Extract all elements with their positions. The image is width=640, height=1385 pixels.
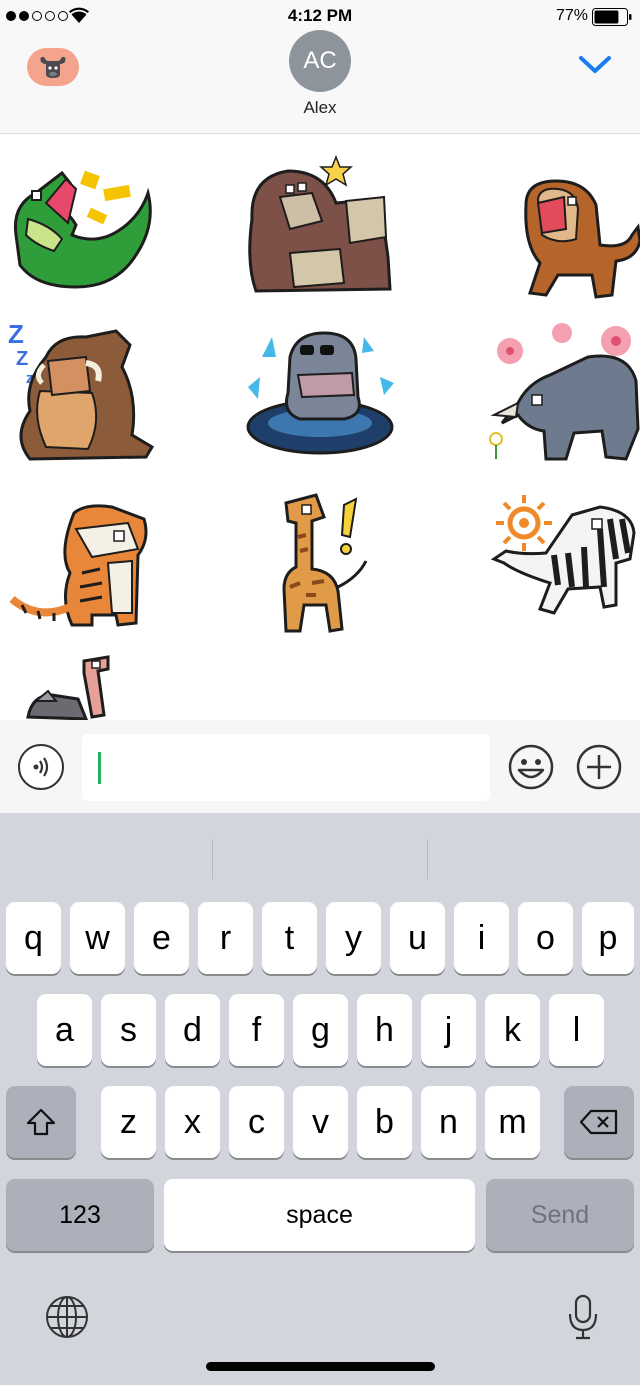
- key-w[interactable]: w: [70, 902, 125, 974]
- water-buffalo-sticker-app-icon[interactable]: [27, 48, 79, 86]
- key-p[interactable]: p: [582, 902, 634, 974]
- gorilla-sticker[interactable]: [240, 153, 400, 293]
- contact-initials: AC: [303, 47, 337, 74]
- microphone-icon[interactable]: [566, 1294, 600, 1340]
- key-h[interactable]: h: [357, 994, 412, 1066]
- suggestion-divider: [212, 839, 213, 879]
- shift-key[interactable]: [6, 1086, 76, 1158]
- text-caret: [98, 752, 101, 784]
- hippo-sunglasses-sticker[interactable]: [244, 327, 400, 457]
- tiger-sticker[interactable]: [8, 503, 158, 631]
- rhino-flowers-sticker[interactable]: [488, 319, 640, 465]
- key-n[interactable]: n: [421, 1086, 476, 1158]
- status-bar: 4:12 PM 77%: [0, 0, 640, 34]
- message-text-field[interactable]: [82, 734, 490, 801]
- battery-percentage: 77%: [555, 7, 588, 24]
- key-b[interactable]: b: [357, 1086, 412, 1158]
- suggestion-divider: [427, 839, 428, 879]
- key-z[interactable]: z: [101, 1086, 156, 1158]
- key-t[interactable]: t: [262, 902, 317, 974]
- svg-text:Z: Z: [16, 348, 28, 370]
- key-f[interactable]: f: [229, 994, 284, 1066]
- key-i[interactable]: i: [454, 902, 509, 974]
- key-u[interactable]: u: [390, 902, 445, 974]
- message-input-bar: [0, 720, 640, 813]
- delete-backspace-icon: [579, 1109, 618, 1135]
- plus-circle-icon[interactable]: [574, 742, 624, 792]
- lion-sticker[interactable]: [516, 175, 640, 301]
- numbers-key[interactable]: 123: [6, 1179, 154, 1251]
- warthog-sleeping-sticker[interactable]: Z Z z: [6, 317, 156, 465]
- key-o[interactable]: o: [518, 902, 573, 974]
- key-k[interactable]: k: [485, 994, 540, 1066]
- ostrich-sticker[interactable]: [22, 655, 132, 720]
- key-a[interactable]: a: [37, 994, 92, 1066]
- conversation-header: AC Alex: [0, 30, 640, 134]
- delete-key[interactable]: [564, 1086, 634, 1158]
- key-s[interactable]: s: [101, 994, 156, 1066]
- key-l[interactable]: l: [549, 994, 604, 1066]
- smiley-icon[interactable]: [506, 742, 556, 792]
- keyboard: q w e r t y u i o p a s d f g h j k l z …: [0, 813, 640, 1385]
- key-v[interactable]: v: [293, 1086, 348, 1158]
- globe-icon[interactable]: [44, 1294, 90, 1340]
- key-m[interactable]: m: [485, 1086, 540, 1158]
- zebra-sun-sticker[interactable]: [488, 489, 640, 623]
- shift-icon: [26, 1108, 56, 1136]
- key-r[interactable]: r: [198, 902, 253, 974]
- key-j[interactable]: j: [421, 994, 476, 1066]
- send-key[interactable]: Send: [486, 1179, 634, 1251]
- home-indicator[interactable]: [206, 1362, 435, 1371]
- chevron-down-icon[interactable]: [578, 54, 612, 76]
- key-y[interactable]: y: [326, 902, 381, 974]
- space-key[interactable]: space: [164, 1179, 475, 1251]
- key-c[interactable]: c: [229, 1086, 284, 1158]
- svg-text:Z: Z: [8, 319, 24, 349]
- voice-waves-icon[interactable]: [18, 744, 64, 790]
- key-q[interactable]: q: [6, 902, 61, 974]
- crocodile-sticker[interactable]: [6, 165, 156, 295]
- key-g[interactable]: g: [293, 994, 348, 1066]
- battery-icon: [592, 8, 632, 26]
- status-time: 4:12 PM: [287, 6, 353, 25]
- sticker-grid: Z Z z: [0, 135, 640, 720]
- key-d[interactable]: d: [165, 994, 220, 1066]
- giraffe-exclaim-sticker[interactable]: [276, 491, 376, 635]
- contact-name[interactable]: Alex: [0, 98, 640, 118]
- key-x[interactable]: x: [165, 1086, 220, 1158]
- key-e[interactable]: e: [134, 902, 189, 974]
- contact-avatar[interactable]: AC: [289, 30, 351, 92]
